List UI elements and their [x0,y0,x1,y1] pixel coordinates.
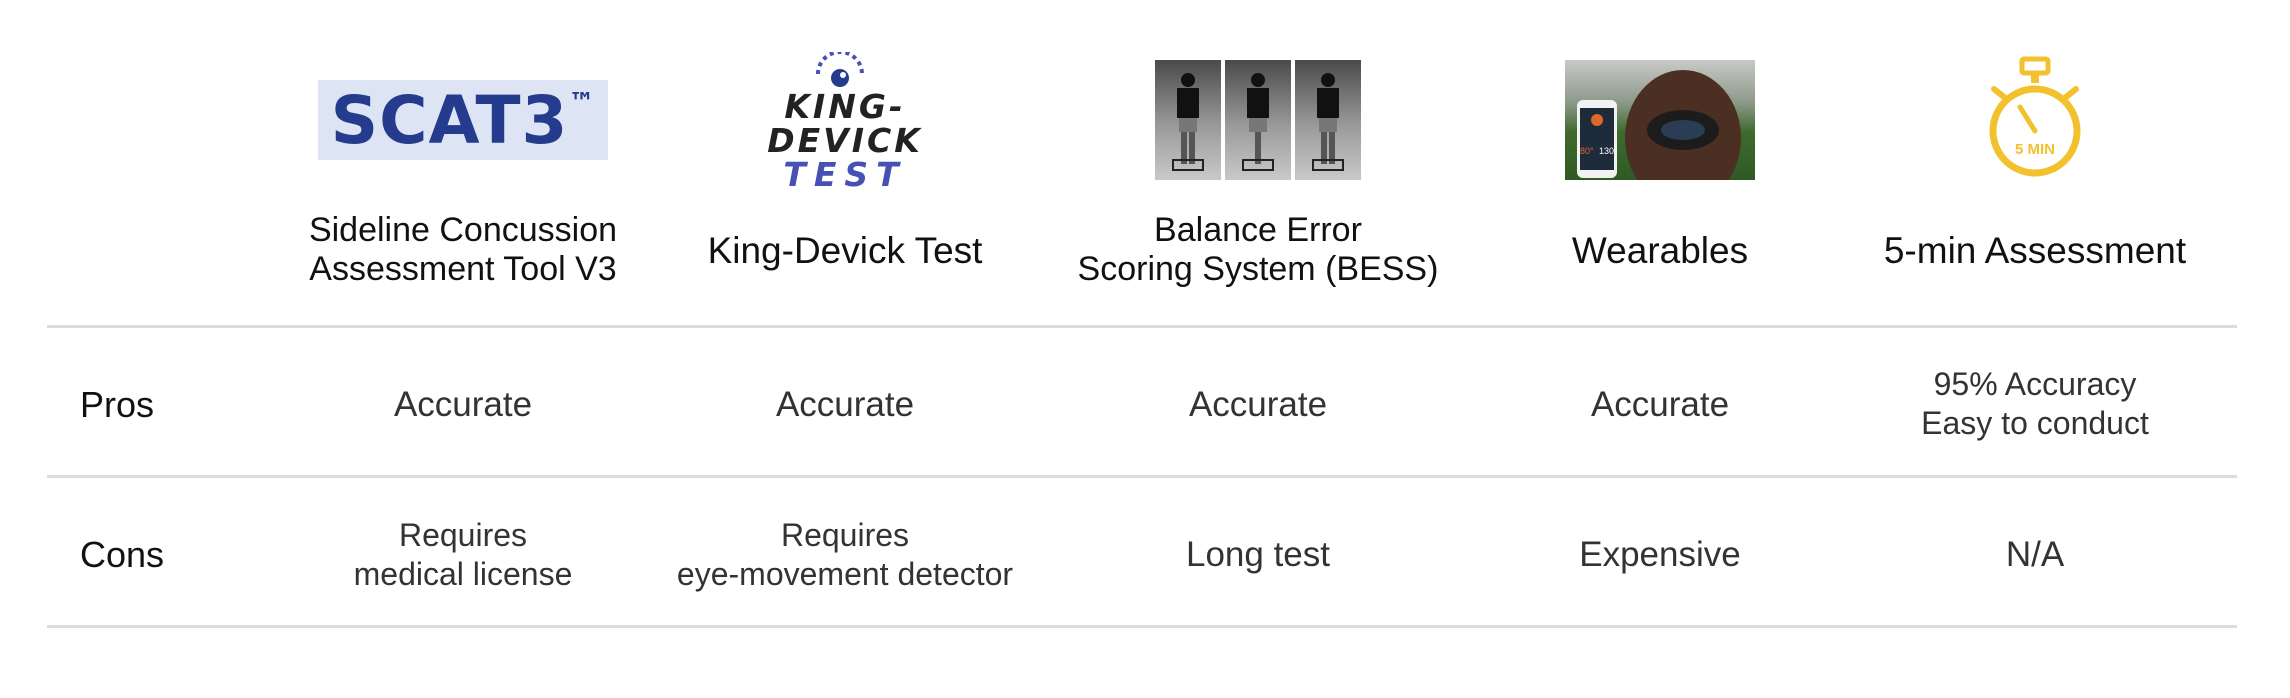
column-title-king-devick: King-Devick Test [707,229,983,271]
king-devick-logo-line3: TEST [783,155,907,194]
cons-cell-scat3: Requires medical license [353,517,573,592]
column-title-five-min: 5-min Assessment [1883,229,2187,271]
cons-cell-bess: Long test [1186,535,1330,574]
cons-cell-wearables: Expensive [1579,535,1741,574]
cons-divider [47,625,2237,628]
column-title-scat3: Sideline Concussion Assessment Tool V3 [308,211,618,288]
king-devick-logo: KING- DEVICK TEST [655,52,1035,192]
bess-photo-3 [1295,60,1361,180]
scat3-logo-badge: SCAT3™ [318,80,608,160]
stopwatch-icon [1989,56,2081,177]
cons-cell-five-min: N/A [2005,535,2065,574]
header-divider [47,325,2237,328]
pros-cell-bess: Accurate [1188,385,1328,424]
king-devick-logo-line1: KING- [784,87,906,126]
bess-photo-1 [1155,60,1221,180]
wearables-phone-temp: 80° [1580,146,1594,156]
pros-divider [47,475,2237,478]
row-label-pros: Pros [80,384,155,425]
column-header-five-min: 5 MIN 5-min Assessment [1845,55,2225,295]
scat3-logo-text: SCAT3 [330,81,569,159]
pros-cell-king-devick: Accurate [775,385,915,424]
wearables-phone-value: 130 [1598,146,1614,156]
column-header-scat3: SCAT3™ Sideline Concussion Assessment To… [273,55,653,295]
column-title-wearables: Wearables [1571,229,1749,271]
column-header-bess: Balance Error Scoring System (BESS) [1068,55,1448,295]
cons-cell-king-devick: Requires eye-movement detector [676,517,1014,592]
wearables-photo: 80° 130 [1470,55,1850,185]
king-devick-logo-line2: DEVICK [767,121,923,160]
five-min-logo: 5 MIN [1845,55,2225,185]
pros-cell-five-min: 95% Accuracy Easy to conduct [1921,366,2149,441]
scat3-trademark: ™ [568,87,596,118]
column-header-king-devick: KING- DEVICK TEST King-Devick Test [655,52,1035,295]
bess-photo-strip [1068,55,1448,185]
column-header-wearables: 80° 130 Wearables [1470,55,1850,295]
scat3-logo: SCAT3™ [273,55,653,185]
eye-icon [816,52,864,87]
five-min-logo-label: 5 MIN [2014,141,2055,158]
pros-cell-scat3: Accurate [393,385,533,424]
column-title-bess: Balance Error Scoring System (BESS) [1077,211,1439,288]
pros-cell-wearables: Accurate [1590,385,1730,424]
bess-photo-2 [1225,60,1291,180]
row-label-cons: Cons [80,534,165,575]
